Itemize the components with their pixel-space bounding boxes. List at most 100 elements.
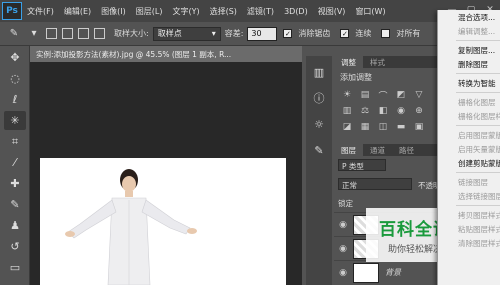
- subtract-selection-icon[interactable]: [78, 28, 89, 39]
- add-selection-icon[interactable]: [62, 28, 73, 39]
- context-menu-item: 启用矢量蒙版: [458, 145, 500, 154]
- dropdown-arrow-icon[interactable]: ▾: [26, 26, 42, 42]
- all-layers-checkbox[interactable]: [381, 29, 391, 38]
- person-figure-image: [65, 169, 197, 285]
- vibrance-icon[interactable]: ▽: [412, 89, 426, 101]
- hue-saturation-icon[interactable]: ▥: [340, 105, 354, 117]
- menu-3d[interactable]: 3D(D): [279, 7, 313, 16]
- lock-label: 锁定: [338, 199, 353, 208]
- levels-icon[interactable]: ▤: [358, 89, 372, 101]
- menu-separator: [456, 205, 500, 206]
- watermark-subtitle: 助你轻松解决: [387, 245, 442, 255]
- menu-filter[interactable]: 滤镜(T): [242, 6, 279, 17]
- context-menu-item[interactable]: 删除图层: [438, 57, 500, 71]
- menu-separator: [456, 73, 500, 74]
- menu-type[interactable]: 文字(Y): [167, 6, 204, 17]
- context-menu-item: 链接图层: [458, 178, 488, 187]
- gradient-map-icon[interactable]: ▬: [394, 121, 408, 133]
- document-canvas[interactable]: [40, 158, 286, 285]
- layer-thumbnail: [353, 262, 379, 283]
- selective-color-icon[interactable]: ▣: [412, 121, 426, 133]
- context-menu-item: 粘贴图层样式: [458, 225, 500, 234]
- menu-separator: [456, 125, 500, 126]
- photoshop-window: Ps 文件(F) 编辑(E) 图像(I) 图层(L) 文字(Y) 选择(S) 滤…: [0, 0, 500, 285]
- posterize-icon[interactable]: ▦: [358, 121, 372, 133]
- menu-view[interactable]: 视图(V): [313, 6, 351, 17]
- context-menu-item[interactable]: 转换为智能: [438, 76, 500, 90]
- context-menu-item[interactable]: 复制图层...: [438, 43, 500, 57]
- brush-tool-icon[interactable]: ✎: [4, 195, 26, 214]
- histogram-icon[interactable]: ▥: [309, 62, 329, 82]
- eyedropper-preset-icon[interactable]: ✎: [6, 26, 22, 42]
- healing-brush-tool-icon[interactable]: ✚: [4, 174, 26, 193]
- invert-icon[interactable]: ◪: [340, 121, 354, 133]
- layer-filter-select[interactable]: P 类型: [338, 159, 386, 171]
- brightness-icon[interactable]: ☀: [340, 89, 354, 101]
- tools-panel: ✥ ◌ ℓ ✳ ⌗ ⁄ ✚ ✎ ♟ ↺ ▭: [0, 46, 30, 285]
- context-menu-item[interactable]: 创建剪贴蒙版: [438, 156, 500, 170]
- canvas-area[interactable]: [30, 62, 302, 285]
- context-menu-item: 启用图层蒙版: [458, 131, 500, 140]
- menu-layer[interactable]: 图层(L): [131, 6, 168, 17]
- app-logo: Ps: [2, 2, 22, 20]
- tab-layers[interactable]: 图层: [334, 144, 363, 156]
- menu-window[interactable]: 窗口(W): [350, 6, 390, 17]
- history-brush-tool-icon[interactable]: ↺: [4, 237, 26, 256]
- context-menu-item: 拷贝图层样式: [458, 211, 500, 220]
- chevron-down-icon: ▾: [211, 29, 216, 38]
- blend-mode-select[interactable]: 正常: [338, 178, 412, 190]
- move-tool-icon[interactable]: ✥: [4, 48, 26, 67]
- exposure-icon[interactable]: ◩: [394, 89, 408, 101]
- context-menu-item: 选择链接图层: [458, 192, 500, 201]
- context-menu-item: 栅格化图层样式: [458, 112, 500, 121]
- new-selection-icon[interactable]: [46, 28, 57, 39]
- tolerance-input[interactable]: 30: [247, 26, 278, 41]
- menu-select[interactable]: 选择(S): [205, 6, 242, 17]
- info-icon[interactable]: ⓘ: [309, 88, 329, 108]
- context-menu-item: 清除图层样式: [458, 239, 500, 248]
- photo-filter-icon[interactable]: ◉: [394, 105, 408, 117]
- contiguous-label: 连续: [355, 29, 372, 38]
- adjustment-icon[interactable]: ☼: [309, 114, 329, 134]
- curves-icon[interactable]: ⌒: [376, 89, 390, 102]
- tab-styles[interactable]: 样式: [363, 56, 392, 68]
- threshold-icon[interactable]: ◫: [376, 121, 390, 133]
- eye-icon[interactable]: ◉: [336, 244, 350, 254]
- menu-bar: Ps 文件(F) 编辑(E) 图像(I) 图层(L) 文字(Y) 选择(S) 滤…: [0, 0, 500, 22]
- layer-name: 背景: [385, 268, 401, 277]
- antialias-checkbox[interactable]: ✓: [283, 29, 293, 38]
- antialias-label: 消除锯齿: [298, 29, 331, 38]
- sample-size-label: 取样大小:: [114, 29, 149, 38]
- intersect-selection-icon[interactable]: [94, 28, 105, 39]
- panel-dock-strip: ▥ ⓘ ☼ ✎: [306, 56, 332, 285]
- clone-stamp-tool-icon[interactable]: ♟: [4, 216, 26, 235]
- context-menu-item[interactable]: 混合选项...: [438, 10, 500, 24]
- menu-separator: [456, 92, 500, 93]
- eye-icon[interactable]: ◉: [336, 268, 350, 278]
- marquee-tool-icon[interactable]: ◌: [4, 69, 26, 88]
- document-tab[interactable]: 实例:添加投影方法(素材).jpg @ 45.5% (图层 1 副本, R...: [30, 46, 302, 62]
- context-menu-item: 栅格化图层: [458, 98, 496, 107]
- eyedropper-tool-icon[interactable]: ⁄: [4, 153, 26, 172]
- tab-paths[interactable]: 路径: [392, 144, 421, 156]
- all-layers-label: 对所有: [396, 29, 421, 38]
- contiguous-checkbox[interactable]: ✓: [340, 29, 350, 38]
- menu-image[interactable]: 图像(I): [96, 6, 131, 17]
- tab-adjustments[interactable]: 调整: [334, 56, 363, 68]
- crop-tool-icon[interactable]: ⌗: [4, 132, 26, 151]
- menu-file[interactable]: 文件(F): [22, 6, 59, 17]
- lasso-tool-icon[interactable]: ℓ: [4, 90, 26, 109]
- magic-wand-tool-icon[interactable]: ✳: [4, 111, 26, 130]
- tab-channels[interactable]: 通道: [363, 144, 392, 156]
- menu-separator: [456, 40, 500, 41]
- eye-icon[interactable]: ◉: [336, 220, 350, 230]
- tolerance-label: 容差:: [224, 29, 244, 38]
- options-bar: ✎ ▾ 取样大小: 取样点 ▾ 容差: 30 ✓ 消除锯齿 ✓ 连续 对所有: [0, 22, 500, 46]
- gradient-tool-icon[interactable]: ▭: [4, 258, 26, 277]
- brush-preset-icon[interactable]: ✎: [309, 140, 329, 160]
- channel-mixer-icon[interactable]: ⊕: [412, 105, 426, 117]
- black-white-icon[interactable]: ◧: [376, 105, 390, 117]
- sample-size-select[interactable]: 取样点 ▾: [152, 26, 221, 41]
- menu-edit[interactable]: 编辑(E): [59, 6, 96, 17]
- color-balance-icon[interactable]: ⚖: [358, 105, 372, 117]
